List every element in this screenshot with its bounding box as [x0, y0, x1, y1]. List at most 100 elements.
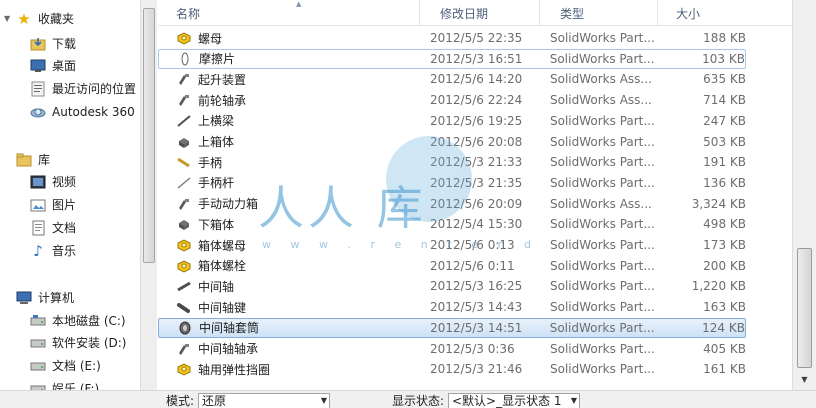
file-name-cell: 摩擦片 — [159, 49, 420, 69]
file-size: 161 KB — [703, 362, 746, 377]
nav-item-desktop[interactable]: 桌面 — [30, 55, 76, 76]
nav-favorites-label: 收藏夹 — [38, 12, 75, 26]
nav-item-drive-f[interactable]: 娱乐 (F:) — [30, 378, 99, 390]
column-header-size[interactable]: 大小 — [658, 0, 792, 26]
nav-scrollbar[interactable] — [140, 0, 157, 390]
part-disc-icon — [177, 51, 193, 67]
file-date: 2012/5/6 19:25 — [430, 113, 523, 128]
file-date: 2012/5/3 21:35 — [430, 175, 523, 190]
file-row[interactable]: 中间轴轴承 2012/5/3 0:36 SolidWorks Part... 405 … — [158, 339, 746, 359]
nav-libraries-header[interactable]: 库 — [4, 149, 50, 170]
nav-scrollbar-thumb[interactable] — [143, 8, 155, 263]
file-type: SolidWorks Ass... — [550, 196, 652, 211]
part-box-icon — [176, 134, 192, 150]
file-name: 中间轴键 — [198, 300, 247, 315]
file-name: 下箱体 — [198, 217, 235, 232]
file-name: 手动动力箱 — [198, 197, 259, 212]
file-name-cell: 中间轴键 — [158, 297, 420, 317]
file-row[interactable]: 上横梁 2012/5/6 19:25 SolidWorks Part... 247 K… — [158, 111, 746, 131]
nav-item-drive-c[interactable]: 本地磁盘 (C:) — [30, 310, 126, 331]
nav-item-downloads[interactable]: 下载 — [30, 33, 76, 54]
file-name: 上箱体 — [198, 135, 235, 149]
file-date: 2012/5/6 20:08 — [430, 134, 523, 149]
file-type: SolidWorks Part... — [550, 300, 655, 315]
nav-item-recent-places[interactable]: 最近访问的位置 — [30, 78, 136, 99]
mode-label: 模式: — [166, 394, 195, 408]
autodesk-360-icon — [30, 104, 46, 120]
nav-item-music[interactable]: ♪ 音乐 — [30, 240, 76, 261]
nav-item-autodesk-360[interactable]: Autodesk 360 — [30, 101, 135, 122]
column-header-label: 大小 — [676, 6, 701, 21]
file-name-cell: 箱体螺栓 — [158, 256, 420, 276]
part-yellow-icon — [176, 237, 192, 253]
file-row[interactable]: 箱体螺栓 2012/5/6 0:11 SolidWorks Part... 200 K… — [158, 256, 746, 276]
nav-item-drive-e[interactable]: 文档 (E:) — [30, 355, 101, 376]
drive-icon — [30, 358, 46, 374]
file-row[interactable]: 上箱体 2012/5/6 20:08 SolidWorks Part... 503 K… — [158, 132, 746, 152]
file-row[interactable]: 摩擦片 2012/5/3 16:51 SolidWorks Part... 103 K… — [158, 48, 746, 69]
nav-item-label: 桌面 — [52, 59, 77, 73]
pictures-library-icon — [30, 197, 46, 213]
nav-item-documents[interactable]: 文档 — [30, 217, 76, 238]
file-name-cell: 前轮轴承 — [158, 90, 420, 110]
file-row[interactable]: 中间轴套筒 2012/5/3 14:51 SolidWorks Part... 124… — [158, 317, 746, 338]
nav-item-videos[interactable]: 视频 — [30, 171, 76, 192]
nav-item-label: 本地磁盘 (C:) — [52, 314, 126, 328]
file-row[interactable]: 箱体螺母 2012/5/6 0:13 SolidWorks Part... 173 K… — [158, 235, 746, 255]
file-row[interactable]: 下箱体 2012/5/4 15:30 SolidWorks Part... 498 K… — [158, 214, 746, 234]
file-date: 2012/5/6 0:11 — [430, 258, 515, 273]
documents-library-icon — [30, 220, 46, 236]
file-list-scrollbar[interactable]: ▼ — [792, 0, 816, 390]
file-row[interactable]: 手柄 2012/5/3 21:33 SolidWorks Part... 191 KB — [158, 152, 746, 172]
mode-select-value: 还原 — [202, 394, 227, 408]
mode-select[interactable]: 还原 ▼ — [198, 393, 330, 408]
display-state-label: 显示状态: — [392, 394, 445, 408]
display-state-select[interactable]: <默认>_显示状态 1 ▼ — [448, 393, 580, 408]
assembly-icon — [176, 92, 192, 108]
file-date: 2012/5/3 21:33 — [430, 155, 523, 170]
file-size: 498 KB — [703, 217, 746, 232]
assembly-icon — [176, 341, 192, 357]
part-sleeve-icon — [177, 320, 193, 336]
file-name-cell: 起升装置 — [158, 69, 420, 89]
file-row[interactable]: 中间轴 2012/5/3 16:25 SolidWorks Part... 1,220… — [158, 276, 746, 296]
file-type: SolidWorks Part... — [550, 175, 655, 190]
music-library-icon: ♪ — [33, 241, 43, 260]
file-row[interactable]: 起升装置 2012/5/6 14:20 SolidWorks Ass... 635 K… — [158, 69, 746, 89]
scroll-down-arrow-icon[interactable]: ▼ — [797, 372, 812, 388]
file-name-cell: 手动动力箱 — [158, 194, 420, 214]
file-date: 2012/5/3 14:51 — [430, 320, 523, 335]
nav-computer-header[interactable]: 计算机 — [4, 287, 74, 308]
column-header: 名称 修改日期 类型 大小 ▲ — [158, 0, 792, 26]
file-name: 轴用弹性挡圈 — [198, 362, 271, 377]
nav-item-pictures[interactable]: 图片 — [30, 194, 76, 215]
file-row[interactable]: 前轮轴承 2012/5/6 22:24 SolidWorks Ass... 714 K… — [158, 90, 746, 110]
drive-icon — [30, 335, 46, 351]
file-name: 箱体螺母 — [198, 238, 247, 253]
chevron-down-icon: ▼ — [320, 396, 327, 405]
file-row[interactable]: 手动动力箱 2012/5/6 20:09 SolidWorks Ass... 3,32… — [158, 194, 746, 214]
file-date: 2012/5/3 16:25 — [430, 279, 523, 294]
expand-arrow-icon[interactable]: ▼ — [4, 14, 14, 23]
file-row[interactable]: 手柄杆 2012/5/3 21:35 SolidWorks Part... 136 K… — [158, 173, 746, 193]
file-list-scrollbar-thumb[interactable] — [797, 248, 812, 368]
part-box-icon — [176, 216, 192, 232]
file-row[interactable]: 轴用弹性挡圈 2012/5/3 21:46 SolidWorks Part... 16… — [158, 359, 746, 379]
file-name: 中间轴轴承 — [198, 342, 259, 356]
file-name: 中间轴套筒 — [199, 321, 260, 336]
column-header-label: 类型 — [560, 6, 585, 21]
file-date: 2012/5/3 14:43 — [430, 300, 523, 315]
column-header-date[interactable]: 修改日期 — [420, 0, 540, 26]
file-row[interactable]: 螺母 2012/5/5 22:35 SolidWorks Part... 188 KB — [158, 28, 746, 48]
nav-favorites-header[interactable]: ▼ ★ 收藏夹 — [4, 8, 74, 29]
file-name-cell: 下箱体 — [158, 214, 420, 234]
file-row[interactable]: 中间轴键 2012/5/3 14:43 SolidWorks Part... 163 … — [158, 297, 746, 317]
nav-item-drive-d[interactable]: 软件安装 (D:) — [30, 332, 126, 353]
file-name-cell: 轴用弹性挡圈 — [158, 359, 420, 379]
file-date: 2012/5/3 0:36 — [430, 341, 515, 356]
file-size: 405 KB — [703, 341, 746, 356]
file-size: 163 KB — [703, 300, 746, 315]
column-header-name[interactable]: 名称 — [158, 0, 420, 26]
file-name: 螺母 — [198, 31, 223, 46]
column-header-type[interactable]: 类型 — [540, 0, 658, 26]
